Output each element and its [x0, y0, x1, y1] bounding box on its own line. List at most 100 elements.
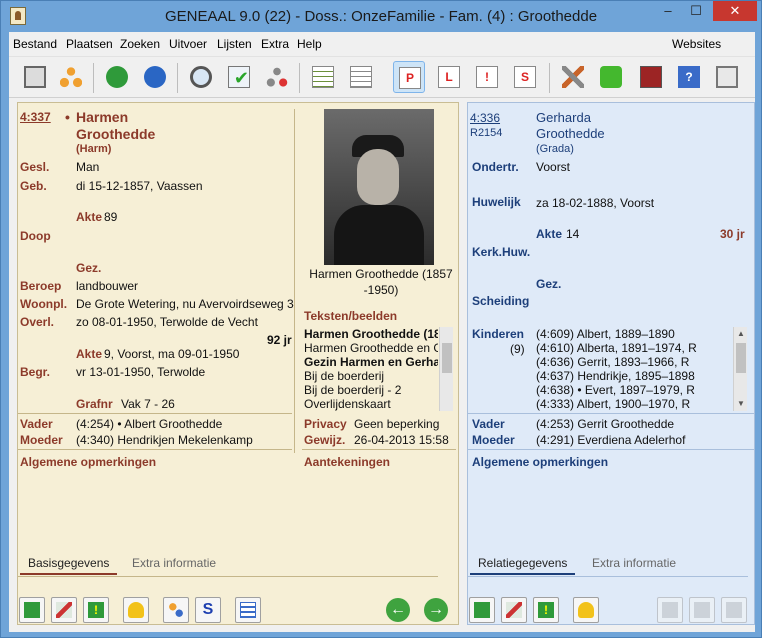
partner-first-name[interactable]: Gerharda	[536, 110, 591, 125]
child-item[interactable]: (4:609) Albert, 1889–1890	[536, 327, 732, 341]
tab-extra-informatie[interactable]: Extra informatie	[584, 553, 684, 575]
marriage-value[interactable]: za 18-02-1888, Voorst	[536, 196, 654, 210]
edit-relation-button[interactable]	[501, 597, 527, 623]
child-item[interactable]: (4:610) Alberta, 1891–1974, R	[536, 341, 732, 355]
scroll-thumb[interactable]	[442, 343, 452, 373]
previous-button[interactable]: ←	[385, 597, 411, 623]
relation-warning-button[interactable]: !	[533, 597, 559, 623]
texts-header: Teksten/beelden	[304, 309, 398, 323]
texts-list-item[interactable]: Bij de boerderij - 2	[304, 383, 438, 397]
relations-button[interactable]	[163, 597, 189, 623]
partner-id-link[interactable]: 4:336	[470, 111, 500, 125]
tab-basisgegevens[interactable]: Basisgegevens	[20, 553, 118, 575]
maximize-button[interactable]: ☐	[682, 1, 710, 21]
partner-last-name[interactable]: Groothedde	[536, 126, 605, 141]
child-item[interactable]: (4:636) Gerrit, 1893–1966, R	[536, 355, 732, 369]
scroll-down-arrow[interactable]: ▼	[734, 397, 748, 411]
list-icon	[240, 602, 256, 618]
menu-zoeken[interactable]: Zoeken	[120, 37, 160, 51]
hint-button[interactable]	[123, 597, 149, 623]
menu-help[interactable]: Help	[297, 37, 322, 51]
menu-extra[interactable]: Extra	[261, 37, 289, 51]
person-photo[interactable]	[324, 109, 434, 265]
menu-uitvoer[interactable]: Uitvoer	[169, 37, 207, 51]
relation-hint-button[interactable]	[573, 597, 599, 623]
children-list[interactable]: (4:609) Albert, 1889–1890 (4:610) Albert…	[536, 327, 732, 411]
mother-value[interactable]: (4:340) Hendrikjen Mekelenkamp	[76, 433, 253, 447]
privacy-value[interactable]: Geen beperking	[354, 417, 439, 431]
next-button[interactable]: →	[423, 597, 449, 623]
texts-list-item[interactable]: Gezin Harmen en Gerha	[304, 355, 438, 369]
book-prev-button[interactable]	[689, 597, 715, 623]
scroll-thumb[interactable]	[736, 343, 746, 373]
add-person-button[interactable]	[101, 61, 133, 93]
father-value[interactable]: (4:254) • Albert Groothedde	[76, 417, 222, 431]
texts-list-item[interactable]: Bij de boerderij	[304, 369, 438, 383]
menu-bestand[interactable]: Bestand	[13, 37, 57, 51]
burial-value[interactable]: vr 13-01-1950, Terwolde	[76, 365, 205, 379]
death-akte-value[interactable]: 9, Voorst, ma 09-01-1950	[104, 347, 239, 361]
close-button[interactable]: ✕	[713, 1, 757, 21]
family-tree-button[interactable]	[55, 61, 87, 93]
report-excl-button[interactable]: !	[471, 61, 503, 93]
tab-relatiegegevens[interactable]: Relatiegegevens	[470, 553, 576, 575]
add-parent-button[interactable]	[19, 597, 45, 623]
title-bar[interactable]: GENEAAL 9.0 (22) - Doss.: OnzeFamilie - …	[1, 1, 761, 32]
betrothal-label: Ondertr.	[472, 160, 519, 174]
texts-scrollbar[interactable]	[439, 327, 453, 411]
book-first-button[interactable]	[657, 597, 683, 623]
menu-websites[interactable]: Websites	[672, 37, 721, 51]
gender-value[interactable]: Man	[76, 160, 99, 174]
globe-button[interactable]	[139, 61, 171, 93]
menu-plaatsen[interactable]: Plaatsen	[66, 37, 113, 51]
minimize-button[interactable]: –	[654, 1, 682, 21]
menu-lijsten[interactable]: Lijsten	[217, 37, 252, 51]
residence-value[interactable]: De Grote Wetering, nu Avervoirdseweg 34	[76, 297, 294, 311]
child-item[interactable]: (4:638) • Evert, 1897–1979, R	[536, 383, 732, 397]
child-item[interactable]: (4:333) Albert, 1900–1970, R	[536, 397, 732, 411]
tools-button[interactable]	[557, 61, 589, 93]
list-view-button[interactable]	[235, 597, 261, 623]
report-l-button[interactable]: L	[433, 61, 465, 93]
document-button[interactable]	[345, 61, 377, 93]
occupation-value[interactable]: landbouwer	[76, 279, 138, 293]
betrothal-value[interactable]: Voorst	[536, 160, 570, 174]
family-tree-icon	[60, 66, 82, 88]
child-item[interactable]: (4:637) Hendrikje, 1895–1898	[536, 369, 732, 383]
children-scrollbar[interactable]: ▲ ▼	[733, 327, 747, 411]
partner-father-value[interactable]: (4:253) Gerrit Groothedde	[536, 417, 674, 431]
search-person-button[interactable]	[185, 61, 217, 93]
birth-akte-value[interactable]: 89	[104, 210, 117, 224]
tree-check-button[interactable]	[261, 61, 293, 93]
tab-extra-informatie[interactable]: Extra informatie	[124, 553, 224, 575]
report-s-button[interactable]: S	[509, 61, 541, 93]
person-nickname: (Harm)	[76, 143, 112, 155]
menu-bar: Bestand Plaatsen Zoeken Uitvoer Lijsten …	[9, 32, 755, 54]
partner-mother-value[interactable]: (4:291) Everdiena Adelerhof	[536, 433, 685, 447]
death-value[interactable]: zo 08-01-1950, Terwolde de Vecht	[76, 315, 258, 329]
help-book-button[interactable]: ?	[673, 61, 705, 93]
birth-value[interactable]: di 15-12-1857, Vaassen	[76, 179, 203, 193]
report-p-button[interactable]: P	[393, 61, 425, 93]
window-button[interactable]	[711, 61, 743, 93]
puzzle-button[interactable]	[595, 61, 627, 93]
check-list-button[interactable]: ✔	[223, 61, 255, 93]
person-warning-button[interactable]: !	[83, 597, 109, 623]
report-button[interactable]	[307, 61, 339, 93]
texts-list-item[interactable]: Harmen Groothedde en G	[304, 341, 438, 355]
tree-image-button[interactable]	[635, 61, 667, 93]
texts-list-item[interactable]: Overlijdenskaart	[304, 397, 438, 411]
occupation-label: Beroep	[20, 279, 62, 293]
book-next-button[interactable]	[721, 597, 747, 623]
person-id-link[interactable]: 4:337	[20, 110, 51, 124]
akte-value[interactable]: 14	[566, 227, 579, 241]
window-title: GENEAAL 9.0 (22) - Doss.: OnzeFamilie - …	[164, 8, 598, 25]
add-relation-button[interactable]	[469, 597, 495, 623]
source-s-button[interactable]: S	[195, 597, 221, 623]
edit-person-button[interactable]	[51, 597, 77, 623]
texts-list-item[interactable]: Harmen Groothedde (18	[304, 327, 438, 341]
grave-value[interactable]: Vak 7 - 26	[121, 397, 175, 411]
dossier-button[interactable]	[19, 61, 51, 93]
scroll-up-arrow[interactable]: ▲	[734, 327, 748, 341]
texts-list[interactable]: Harmen Groothedde (18 Harmen Groothedde …	[304, 327, 438, 411]
